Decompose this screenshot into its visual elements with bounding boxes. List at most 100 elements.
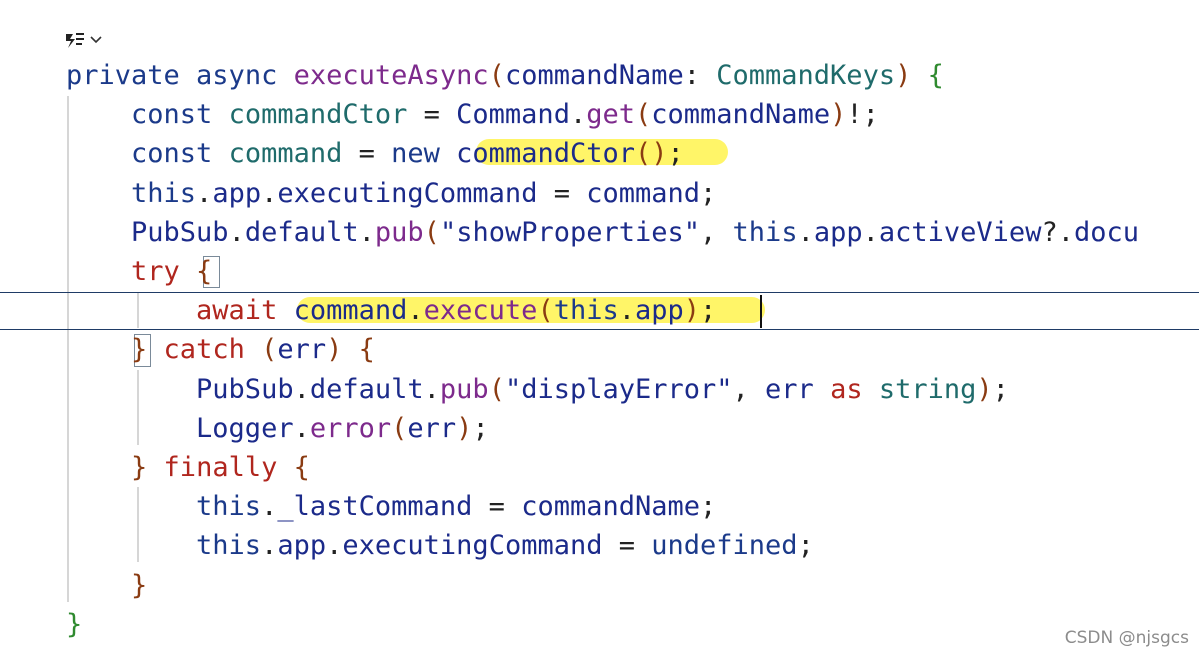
code-line[interactable]: const command = new commandCtor(); [66,134,684,173]
code-token: const [66,99,229,131]
code-token: = [472,491,522,523]
code-token: Command [456,99,570,131]
code-token: } [131,569,148,601]
code-token: { [927,60,944,91]
code-token: err [407,412,457,444]
code-line[interactable]: PubSub.default.pub("showProperties", thi… [66,213,1139,252]
code-token: = [602,530,652,562]
code-token: commandCtor [456,138,635,170]
code-token: . [261,177,278,209]
code-token: command [228,138,343,170]
code-token: command [586,177,701,209]
code-token: . [423,373,440,405]
code-token: error [309,412,392,444]
code-token: ) [456,412,473,444]
code-token: ( [423,216,440,248]
code-line[interactable]: this.app.executingCommand = command; [66,174,716,213]
code-token: . [569,99,587,131]
code-token: try [66,256,197,287]
code-token: , [700,216,733,248]
codelens[interactable] [64,26,103,54]
code-token: private [66,60,197,91]
code-token: = [342,138,392,170]
code-token: . [293,412,310,444]
code-token: ; [700,491,717,523]
code-token: , [732,373,766,405]
code-token: string [878,373,977,405]
code-token: this [66,530,262,562]
code-token: ; [700,177,717,209]
code-line[interactable]: private async executeAsync(commandName: … [66,56,944,95]
code-token: Logger [66,412,294,444]
code-token: docu [1073,216,1139,248]
code-token: executeAsync [293,60,489,91]
code-line[interactable]: } finally { [66,448,310,487]
code-token: "displayError" [504,373,733,405]
code-line[interactable]: this._lastCommand = commandName; [66,487,716,526]
code-token: . [261,530,278,562]
chevron-down-icon[interactable] [89,35,103,45]
code-token: ; [992,373,1009,405]
code-token: . [797,216,814,248]
code-token: const [66,138,229,170]
code-editor[interactable]: private async executeAsync(commandName: … [0,0,1199,660]
code-token: app [277,530,327,562]
code-token: command [293,295,408,327]
code-token: ) [976,373,993,405]
code-token: this [66,491,262,523]
code-token: } [131,452,148,483]
references-icon[interactable] [64,30,86,50]
code-line[interactable]: Logger.error(err); [66,409,489,448]
code-token: . [326,530,343,562]
code-token: get [586,99,635,131]
code-token: . [261,491,278,523]
code-line[interactable]: } [66,605,82,644]
code-line[interactable]: } [66,566,147,605]
code-token: async [196,60,294,91]
code-token: ) [895,60,912,91]
code-token: err [277,334,327,366]
code-line[interactable]: } catch (err) { [66,330,375,369]
code-token: PubSub [66,216,229,248]
code-token: ; [700,295,717,327]
code-token: this [553,295,619,327]
code-token: ) [683,295,701,327]
code-token: ) [830,99,847,131]
code-token: as [813,373,879,405]
code-token: ( [488,373,505,405]
code-line[interactable]: PubSub.default.pub("displayError", err a… [66,370,1009,409]
code-token: new [391,138,457,170]
code-token: = [407,99,457,131]
code-line[interactable]: await command.execute(this.app); [66,291,716,330]
code-token: . [293,373,310,405]
code-token: ; [797,530,814,562]
code-token: ) [326,334,343,366]
code-token: } [66,608,83,640]
code-token: catch [147,334,262,366]
code-token: ?. [1041,216,1074,248]
code-token: } [131,334,148,366]
code-line[interactable]: this.app.executingCommand = undefined; [66,526,814,565]
code-token: commandCtor [228,99,408,131]
code-line[interactable]: try { [66,252,212,291]
code-token: ( [635,99,652,131]
code-token: undefined [651,530,798,562]
code-token: commandName [504,60,684,91]
code-token: commandName [521,491,701,523]
code-token: . [228,216,245,248]
code-token: default [309,373,424,405]
code-token: ( [537,295,554,327]
code-token: !; [846,99,879,131]
code-token: pub [374,216,424,248]
code-line[interactable]: const commandCtor = Command.get(commandN… [66,95,879,134]
code-token: finally [147,452,294,483]
code-token: this [66,177,197,209]
code-token: _lastCommand [277,491,473,523]
code-token: { [196,256,213,287]
code-token: CommandKeys [716,60,896,91]
code-token: . [358,216,375,248]
